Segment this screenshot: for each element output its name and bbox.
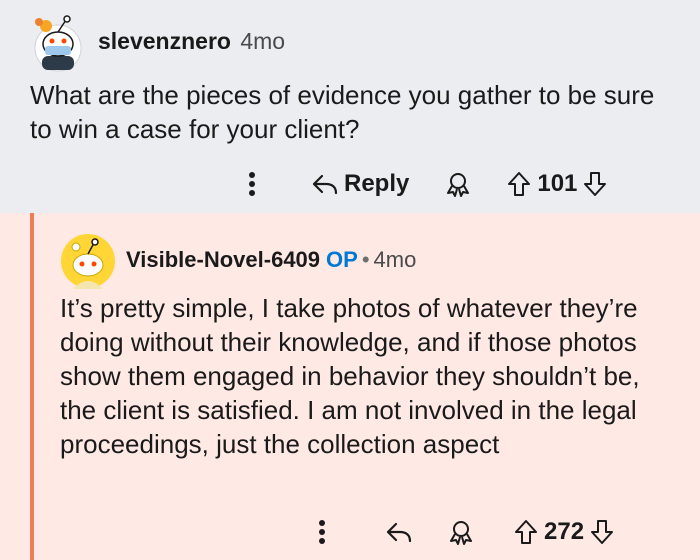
comment-meta: slevenznero 4mo <box>98 28 285 55</box>
upvote-icon[interactable] <box>507 171 531 197</box>
award-icon[interactable] <box>445 171 471 197</box>
award-icon[interactable] <box>448 519 474 545</box>
timestamp: 4mo <box>373 247 417 272</box>
reply-arrow-icon[interactable] <box>386 521 412 543</box>
vote-score: 101 <box>537 170 578 197</box>
downvote-icon[interactable] <box>583 171 607 197</box>
more-options-icon[interactable] <box>310 517 334 547</box>
reply-button[interactable]: Reply <box>312 170 409 198</box>
comment-meta: Visible-Novel-6409 OP • 4mo <box>126 247 416 273</box>
reply-arrow-icon <box>312 173 338 195</box>
comment-thread: slevenznero 4mo What are the pieces of e… <box>0 0 700 560</box>
downvote-icon[interactable] <box>590 519 614 545</box>
upvote-icon[interactable] <box>514 519 538 545</box>
op-badge: OP <box>326 247 358 272</box>
thread-line[interactable] <box>30 213 34 560</box>
comment-body: What are the pieces of evidence you gath… <box>30 80 655 144</box>
reply-label: Reply <box>344 170 410 197</box>
timestamp: 4mo <box>240 28 286 54</box>
username[interactable]: slevenznero <box>98 28 231 54</box>
more-options-icon[interactable] <box>240 169 264 199</box>
username[interactable]: Visible-Novel-6409 <box>126 247 320 272</box>
comment-body: It’s pretty simple, I take photos of wha… <box>60 293 640 459</box>
comment-actions: Reply 101 <box>240 164 607 204</box>
comment-actions: 272 <box>310 512 614 552</box>
separator: • <box>361 247 370 272</box>
avatar[interactable] <box>60 233 116 289</box>
avatar[interactable] <box>28 12 88 72</box>
vote-score: 272 <box>544 518 585 545</box>
